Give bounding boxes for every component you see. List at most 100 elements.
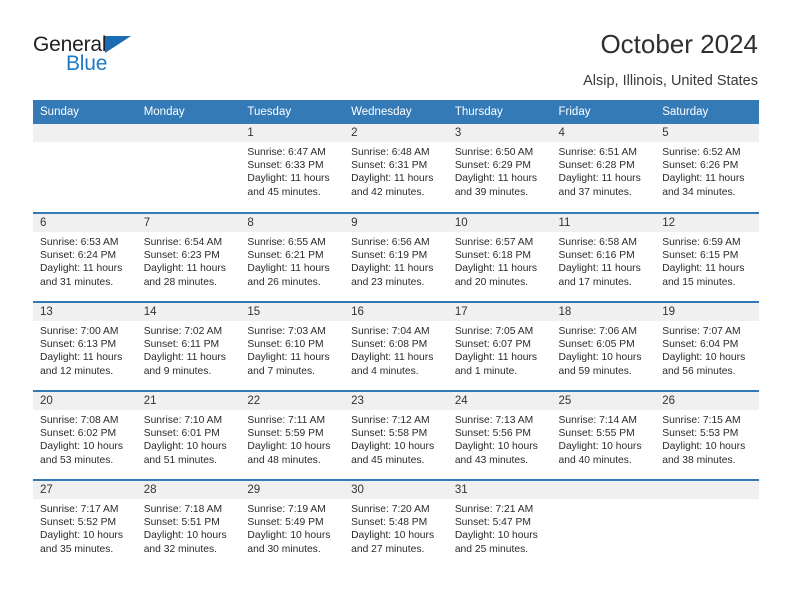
calendar-cell-empty (655, 479, 759, 569)
daylight-duration-line1: Daylight: 10 hours (558, 441, 642, 453)
day-number: 22 (240, 392, 345, 410)
sunset-time: Sunset: 6:07 PM (454, 339, 531, 351)
calendar-day-cell[interactable]: 22 Sunrise: 7:11 AM Sunset: 5:59 PM Dayligh… (240, 390, 345, 480)
calendar-day-cell[interactable]: 29 Sunrise: 7:19 AM Sunset: 5:49 PM Dayligh… (240, 479, 345, 569)
day-number: 11 (551, 214, 656, 232)
sunrise-time: Sunrise: 7:11 AM (247, 415, 326, 426)
calendar-day-cell[interactable]: 21 Sunrise: 7:10 AM Sunset: 6:01 PM Dayligh… (136, 390, 241, 480)
calendar-day-cell[interactable]: 31 Sunrise: 7:21 AM Sunset: 5:47 PM Dayligh… (447, 479, 552, 569)
day-number (136, 124, 241, 142)
calendar-table: Sunday Monday Tuesday Wednesday Thursday… (33, 100, 759, 569)
sunrise-time: Sunrise: 7:20 AM (351, 504, 430, 515)
calendar-day-cell[interactable]: 19 Sunrise: 7:07 AM Sunset: 6:04 PM Dayligh… (655, 301, 759, 391)
calendar-day-cell[interactable]: 10 Sunrise: 6:57 AM Sunset: 6:18 PM Dayligh… (447, 212, 552, 302)
daylight-duration-line1: Daylight: 10 hours (454, 441, 538, 453)
daylight-duration-line1: Daylight: 11 hours (40, 263, 123, 275)
calendar-day-cell[interactable]: 16 Sunrise: 7:04 AM Sunset: 6:08 PM Dayligh… (344, 301, 448, 391)
calendar-week-row: 1 Sunrise: 6:47 AM Sunset: 6:33 PM Daylight… (33, 124, 759, 213)
calendar-day-cell[interactable]: 5 Sunrise: 6:52 AM Sunset: 6:26 PM Daylight… (655, 124, 759, 213)
sunrise-time: Sunrise: 7:02 AM (143, 326, 223, 337)
daylight-duration-line2: and 59 minutes. (558, 365, 632, 377)
page-header: General Blue October 2024 Alsip, Illinoi… (0, 0, 792, 100)
sunset-time: Sunset: 6:11 PM (143, 339, 220, 351)
daylight-duration-line1: Daylight: 11 hours (143, 263, 226, 275)
day-number: 21 (136, 392, 241, 410)
daylight-duration-line1: Daylight: 10 hours (662, 352, 746, 364)
daylight-duration-line2: and 40 minutes. (558, 454, 632, 466)
calendar-day-cell[interactable]: 9 Sunrise: 6:56 AM Sunset: 6:19 PM Daylight… (344, 212, 448, 302)
daylight-duration-line2: and 23 minutes. (351, 276, 425, 288)
calendar-day-cell[interactable]: 15 Sunrise: 7:03 AM Sunset: 6:10 PM Dayligh… (240, 301, 345, 391)
sunset-time: Sunset: 5:48 PM (351, 517, 428, 529)
daylight-duration-line2: and 1 minute. (454, 365, 518, 377)
daylight-duration-line2: and 39 minutes. (454, 186, 529, 198)
calendar-day-cell[interactable]: 3 Sunrise: 6:50 AM Sunset: 6:29 PM Daylight… (447, 124, 552, 213)
calendar-day-cell[interactable]: 27 Sunrise: 7:17 AM Sunset: 5:52 PM Dayligh… (33, 479, 137, 569)
daylight-duration-line1: Daylight: 11 hours (351, 173, 434, 185)
sunrise-time: Sunrise: 7:13 AM (454, 415, 534, 426)
daylight-duration-line1: Daylight: 10 hours (351, 441, 435, 453)
sunrise-time: Sunrise: 7:00 AM (40, 326, 119, 337)
calendar-day-cell[interactable]: 24 Sunrise: 7:13 AM Sunset: 5:56 PM Dayligh… (447, 390, 552, 480)
daylight-duration-line2: and 27 minutes. (351, 543, 425, 555)
calendar-day-cell[interactable]: 23 Sunrise: 7:12 AM Sunset: 5:58 PM Dayligh… (344, 390, 448, 480)
calendar-day-cell[interactable]: 20 Sunrise: 7:08 AM Sunset: 6:02 PM Dayligh… (33, 390, 137, 480)
daylight-duration-line1: Daylight: 11 hours (662, 173, 745, 185)
calendar-day-cell[interactable]: 8 Sunrise: 6:55 AM Sunset: 6:21 PM Daylight… (240, 212, 345, 302)
sunrise-time: Sunrise: 7:10 AM (143, 415, 223, 426)
daylight-duration-line1: Daylight: 10 hours (247, 441, 331, 453)
day-details: Sunrise: 6:59 AM Sunset: 6:15 PM Daylight:… (655, 232, 759, 289)
day-number: 14 (136, 303, 241, 321)
weekday-header-wednesday: Wednesday (344, 100, 448, 124)
calendar-day-cell[interactable]: 1 Sunrise: 6:47 AM Sunset: 6:33 PM Daylight… (240, 124, 345, 213)
day-number: 29 (240, 481, 345, 499)
day-details: Sunrise: 6:47 AM Sunset: 6:33 PM Daylight:… (240, 142, 344, 199)
calendar-day-cell[interactable]: 14 Sunrise: 7:02 AM Sunset: 6:11 PM Dayligh… (136, 301, 241, 391)
day-details: Sunrise: 7:21 AM Sunset: 5:47 PM Daylight:… (448, 499, 552, 556)
sunset-time: Sunset: 5:52 PM (40, 517, 117, 529)
daylight-duration-line2: and 35 minutes. (40, 543, 114, 555)
weekday-header-tuesday: Tuesday (240, 100, 345, 124)
day-details: Sunrise: 6:53 AM Sunset: 6:24 PM Daylight:… (33, 232, 137, 289)
sunrise-time: Sunrise: 7:07 AM (662, 326, 741, 337)
sunrise-time: Sunrise: 7:12 AM (351, 415, 430, 426)
daylight-duration-line1: Daylight: 11 hours (351, 352, 434, 364)
page-subtitle: Alsip, Illinois, United States (583, 72, 758, 89)
day-details: Sunrise: 7:14 AM Sunset: 5:55 PM Daylight:… (552, 410, 656, 467)
day-details: Sunrise: 7:19 AM Sunset: 5:49 PM Daylight:… (240, 499, 344, 556)
calendar-day-cell[interactable]: 4 Sunrise: 6:51 AM Sunset: 6:28 PM Daylight… (551, 124, 656, 213)
daylight-duration-line1: Daylight: 11 hours (351, 263, 434, 275)
calendar-cell-empty (33, 124, 137, 213)
calendar-day-cell[interactable]: 26 Sunrise: 7:15 AM Sunset: 5:53 PM Dayligh… (655, 390, 759, 480)
calendar-day-cell[interactable]: 18 Sunrise: 7:06 AM Sunset: 6:05 PM Dayligh… (551, 301, 656, 391)
daylight-duration-line2: and 45 minutes. (247, 186, 321, 198)
generalblue-logo[interactable]: General Blue (33, 28, 163, 78)
sunrise-time: Sunrise: 6:58 AM (558, 237, 637, 248)
calendar-day-cell[interactable]: 13 Sunrise: 7:00 AM Sunset: 6:13 PM Dayligh… (33, 301, 137, 391)
daylight-duration-line2: and 53 minutes. (40, 454, 114, 466)
day-number: 15 (240, 303, 345, 321)
sunset-time: Sunset: 6:26 PM (662, 160, 739, 172)
calendar-day-cell[interactable]: 2 Sunrise: 6:48 AM Sunset: 6:31 PM Daylight… (344, 124, 448, 213)
sunset-time: Sunset: 6:13 PM (40, 339, 117, 351)
calendar-day-cell[interactable]: 11 Sunrise: 6:58 AM Sunset: 6:16 PM Dayligh… (551, 212, 656, 302)
calendar-day-cell[interactable]: 30 Sunrise: 7:20 AM Sunset: 5:48 PM Dayligh… (344, 479, 448, 569)
daylight-duration-line2: and 32 minutes. (143, 543, 217, 555)
calendar-day-cell[interactable]: 25 Sunrise: 7:14 AM Sunset: 5:55 PM Dayligh… (551, 390, 656, 480)
calendar-day-cell[interactable]: 17 Sunrise: 7:05 AM Sunset: 6:07 PM Dayligh… (447, 301, 552, 391)
sunset-time: Sunset: 6:24 PM (40, 250, 117, 262)
daylight-duration-line1: Daylight: 11 hours (40, 352, 123, 364)
calendar-week-row: 6 Sunrise: 6:53 AM Sunset: 6:24 PM Daylight… (33, 212, 759, 302)
calendar-day-cell[interactable]: 12 Sunrise: 6:59 AM Sunset: 6:15 PM Dayligh… (655, 212, 759, 302)
day-number: 25 (551, 392, 656, 410)
calendar-day-cell[interactable]: 6 Sunrise: 6:53 AM Sunset: 6:24 PM Daylight… (33, 212, 137, 302)
sunset-time: Sunset: 6:04 PM (662, 339, 739, 351)
day-number: 23 (344, 392, 448, 410)
sunset-time: Sunset: 5:51 PM (143, 517, 220, 529)
calendar-day-cell[interactable]: 7 Sunrise: 6:54 AM Sunset: 6:23 PM Daylight… (136, 212, 241, 302)
calendar-day-cell[interactable]: 28 Sunrise: 7:18 AM Sunset: 5:51 PM Dayligh… (136, 479, 241, 569)
sunrise-time: Sunrise: 6:54 AM (143, 237, 223, 248)
day-details: Sunrise: 7:17 AM Sunset: 5:52 PM Daylight:… (33, 499, 137, 556)
day-details: Sunrise: 7:18 AM Sunset: 5:51 PM Daylight:… (137, 499, 241, 556)
sunrise-time: Sunrise: 6:55 AM (247, 237, 326, 248)
